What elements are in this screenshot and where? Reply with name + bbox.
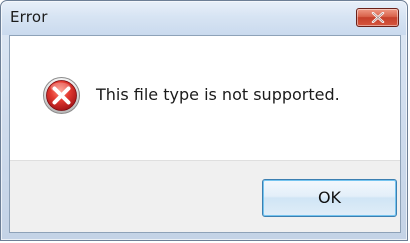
message-area: This file type is not supported. bbox=[10, 36, 400, 160]
window-title: Error bbox=[10, 8, 48, 26]
error-icon bbox=[43, 77, 80, 114]
button-bar: OK bbox=[10, 160, 400, 232]
close-button[interactable] bbox=[356, 8, 399, 27]
error-message: This file type is not supported. bbox=[96, 85, 340, 104]
ok-button[interactable]: OK bbox=[262, 179, 397, 217]
title-bar[interactable]: Error bbox=[2, 2, 406, 35]
error-dialog-window: Error This file type is not supported. O… bbox=[0, 0, 408, 241]
dialog-client-area: This file type is not supported. OK bbox=[9, 35, 401, 233]
close-icon bbox=[371, 12, 385, 23]
